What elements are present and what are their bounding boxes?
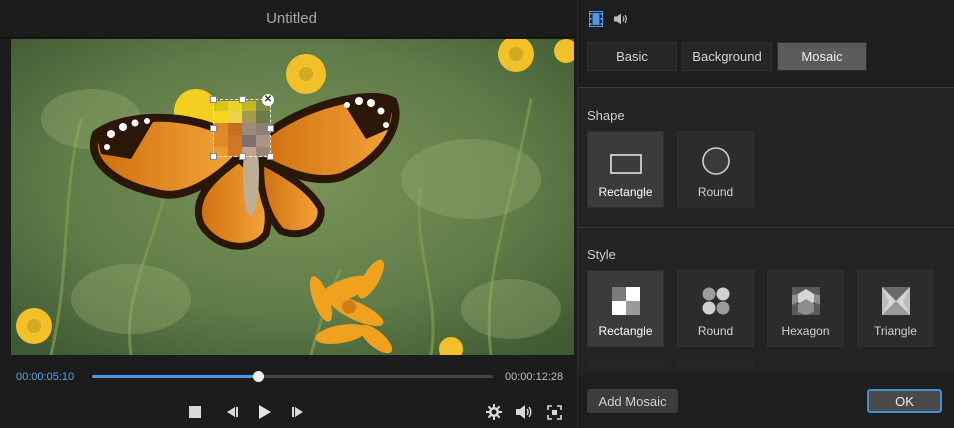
style-section-label: Style	[587, 247, 616, 262]
play-icon[interactable]	[253, 400, 277, 424]
section-divider	[578, 227, 954, 228]
fullscreen-icon[interactable]	[542, 400, 566, 424]
mosaic-options: Shape Rectangle Round Style Rectangle Ro…	[578, 87, 954, 375]
triangle-pattern-icon	[858, 271, 933, 315]
tab-basic[interactable]: Basic	[587, 42, 677, 71]
style-option-label: Hexagon	[781, 324, 830, 338]
style-option-label: Triangle	[874, 324, 917, 338]
video-player: Untitled ✕ 00:00:05:10 00:00:12:28	[0, 0, 583, 428]
style-option-round[interactable]: Round	[677, 270, 754, 347]
seek-bar[interactable]	[92, 371, 493, 382]
remove-mosaic-icon[interactable]: ✕	[262, 94, 274, 106]
resize-handle[interactable]	[210, 125, 217, 132]
ok-button[interactable]: OK	[867, 389, 942, 413]
title-bar: Untitled	[0, 0, 583, 38]
resize-handle[interactable]	[210, 96, 217, 103]
window-title: Untitled	[266, 10, 317, 27]
resize-handle[interactable]	[239, 96, 246, 103]
resize-handle[interactable]	[267, 153, 274, 160]
mosaic-editor-window: Untitled ✕ 00:00:05:10 00:00:12:28 Basic…	[0, 0, 954, 428]
resize-handle[interactable]	[239, 153, 246, 160]
add-mosaic-button[interactable]: Add Mosaic	[587, 389, 678, 413]
circle-outline-icon	[678, 132, 753, 176]
previous-frame-icon[interactable]	[219, 400, 243, 424]
shape-option-rectangle[interactable]: Rectangle	[587, 131, 664, 208]
style-option-partial[interactable]	[677, 360, 754, 368]
mosaic-settings-panel: Basic Background Mosaic Shape Rectangle …	[577, 0, 954, 428]
seek-row: 00:00:05:10 00:00:12:28	[0, 365, 583, 389]
volume-icon[interactable]	[512, 400, 536, 424]
stop-icon[interactable]	[183, 400, 207, 424]
seek-progress	[92, 375, 259, 378]
style-option-hexagon[interactable]: Hexagon	[767, 270, 844, 347]
rectangle-outline-icon	[588, 132, 663, 176]
shape-option-label: Rectangle	[598, 185, 653, 199]
film-strip-icon[interactable]	[589, 10, 603, 32]
shape-option-round[interactable]: Round	[677, 131, 754, 208]
shape-option-label: Round	[697, 185, 734, 199]
tab-background[interactable]: Background	[682, 42, 772, 71]
mosaic-selection-box[interactable]	[210, 96, 274, 160]
shape-section-label: Shape	[587, 108, 625, 123]
circle-grid-icon	[678, 271, 753, 315]
current-time: 00:00:05:10	[16, 371, 75, 383]
resize-handle[interactable]	[210, 153, 217, 160]
tab-mosaic[interactable]: Mosaic	[777, 42, 867, 71]
checker-squares-icon	[588, 271, 663, 315]
resize-handle[interactable]	[267, 125, 274, 132]
panel-tabs: Basic Background Mosaic	[587, 42, 867, 71]
video-preview[interactable]: ✕	[11, 39, 574, 355]
style-option-label: Rectangle	[598, 324, 653, 338]
style-option-partial[interactable]	[587, 360, 664, 368]
next-frame-icon[interactable]	[287, 400, 311, 424]
seek-handle[interactable]	[253, 371, 265, 382]
hexagon-pattern-icon	[768, 271, 843, 315]
settings-gear-icon[interactable]	[482, 400, 506, 424]
speaker-icon[interactable]	[613, 12, 629, 30]
butterfly-video-frame	[11, 39, 574, 355]
style-option-label: Round	[697, 324, 734, 338]
style-option-rectangle[interactable]: Rectangle	[587, 270, 664, 347]
panel-mode-icons	[589, 10, 629, 32]
total-time: 00:00:12:28	[505, 371, 564, 383]
style-option-triangle[interactable]: Triangle	[857, 270, 934, 347]
